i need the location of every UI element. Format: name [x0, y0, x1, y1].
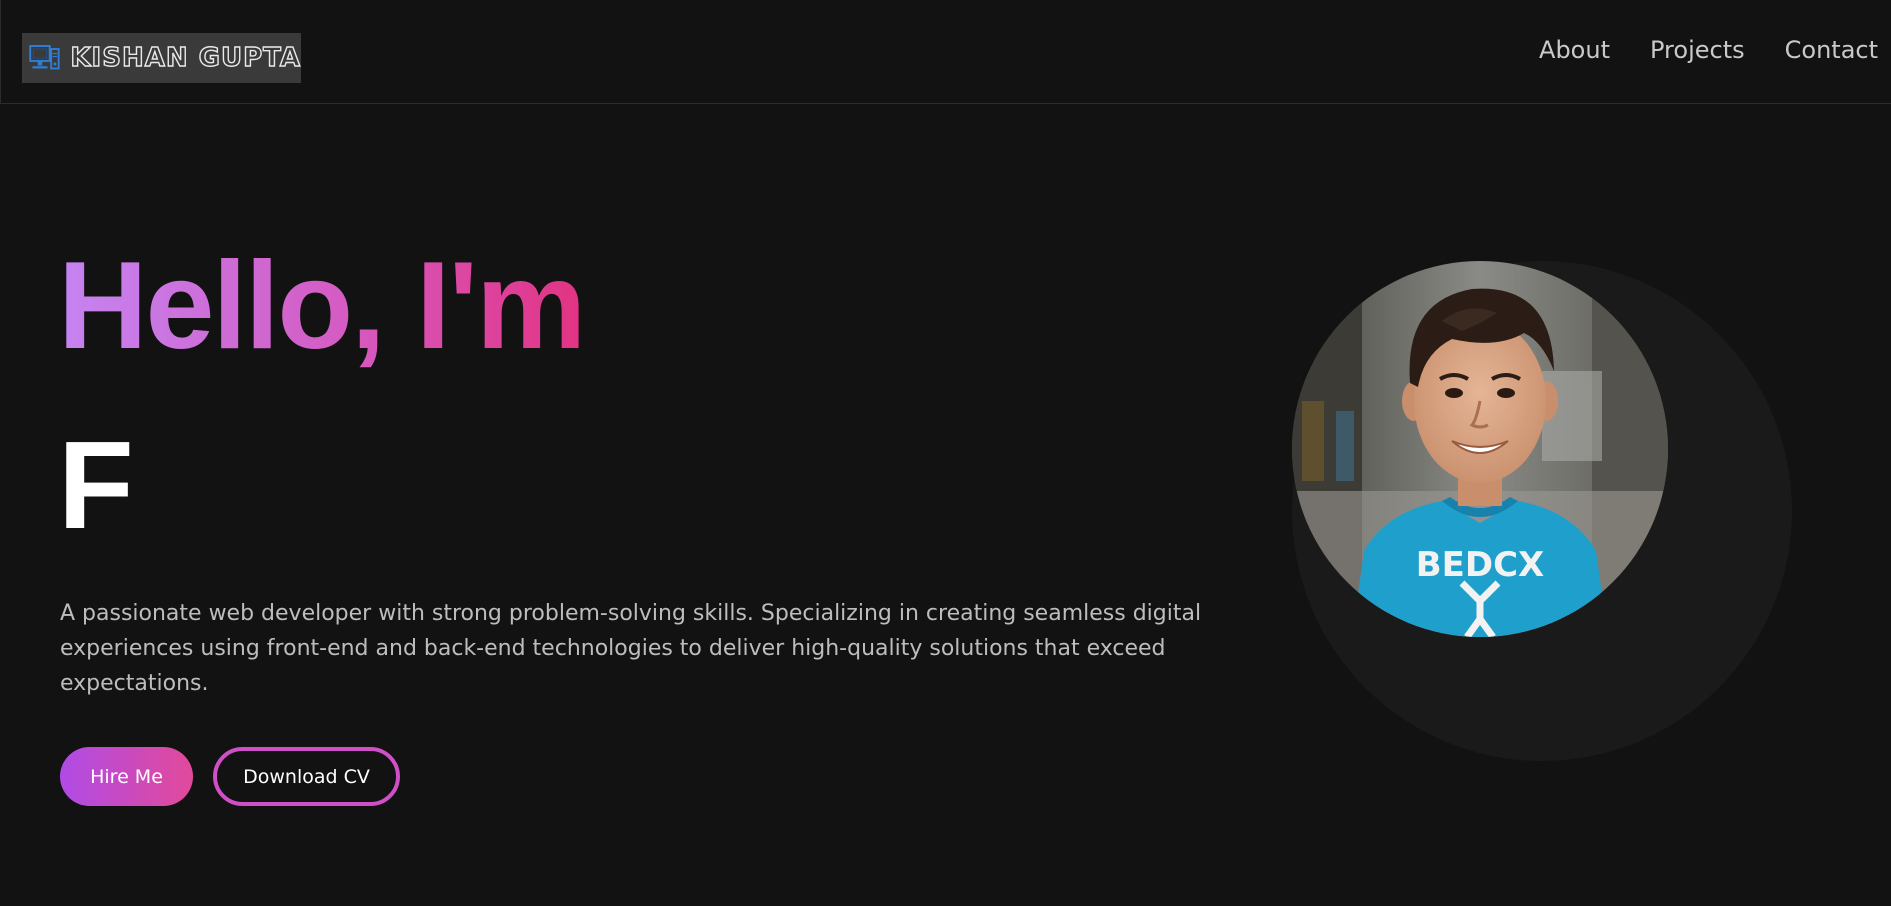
hire-me-button[interactable]: Hire Me — [60, 747, 193, 806]
computer-icon — [29, 45, 60, 70]
hero-description: A passionate web developer with strong p… — [60, 601, 1202, 696]
profile-photo: BEDCX — [1292, 261, 1668, 637]
download-cv-button[interactable]: Download CV — [213, 747, 400, 806]
nav-link-about[interactable]: About — [1539, 34, 1610, 66]
hero-buttons: Hire Me Download CV — [60, 747, 400, 806]
site-header: KISHAN GUPTA About Projects Contact — [0, 0, 1891, 104]
hero-greeting: Hello, I'm — [58, 237, 586, 375]
nav-link-contact[interactable]: Contact — [1785, 34, 1878, 66]
shirt-text: BEDCX — [1416, 545, 1545, 585]
main-nav: About Projects Contact — [1539, 34, 1878, 66]
nav-link-projects[interactable]: Projects — [1650, 34, 1745, 66]
profile-illustration: BEDCX — [1292, 261, 1668, 637]
logo[interactable]: KISHAN GUPTA — [22, 33, 301, 83]
logo-text: KISHAN GUPTA — [70, 42, 301, 73]
hero-typed-text: F — [58, 417, 134, 555]
